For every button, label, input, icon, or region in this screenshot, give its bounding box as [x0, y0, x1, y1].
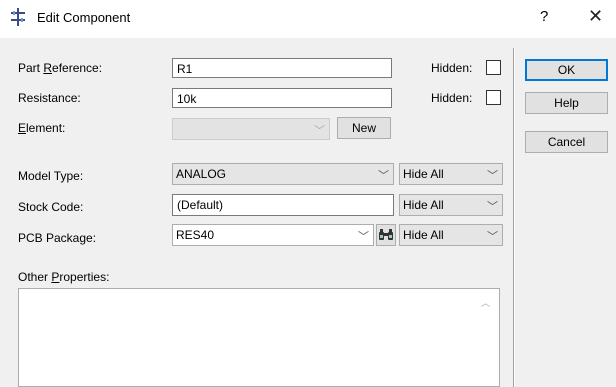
- model-type-visibility-value: Hide All: [403, 167, 444, 181]
- chevron-down-icon: ﹀: [314, 125, 325, 137]
- model-type-value: ANALOG: [176, 167, 227, 181]
- stock-code-visibility-value: Hide All: [403, 198, 444, 212]
- pcb-package-value: RES40: [176, 228, 215, 242]
- scroll-up-icon[interactable]: ︿: [481, 296, 490, 309]
- stock-code-input[interactable]: (Default): [172, 194, 394, 216]
- cancel-button[interactable]: Cancel: [525, 131, 608, 153]
- part-reference-input[interactable]: R1: [172, 58, 392, 78]
- chevron-down-icon: ﹀: [358, 231, 369, 243]
- resistance-input[interactable]: 10k: [172, 88, 392, 108]
- pcb-package-visibility-value: Hide All: [403, 228, 444, 242]
- element-label: Element:: [18, 121, 66, 135]
- resistance-hidden-label: Hidden:: [431, 91, 473, 105]
- separator-highlight: [514, 48, 515, 387]
- pcb-package-visibility-select[interactable]: Hide All ﹀: [399, 224, 503, 246]
- part-reference-hidden-checkbox[interactable]: [486, 60, 501, 75]
- chevron-down-icon: ﹀: [487, 231, 498, 243]
- stock-code-label: Stock Code:: [18, 200, 84, 214]
- other-properties-label: Other Properties:: [18, 270, 110, 284]
- chevron-down-icon: ﹀: [487, 170, 498, 182]
- pcb-package-select[interactable]: RES40 ﹀: [172, 224, 374, 246]
- help-title-button[interactable]: ?: [540, 8, 548, 25]
- window-title: Edit Component: [37, 10, 131, 25]
- part-reference-hidden-label: Hidden:: [431, 61, 473, 75]
- model-type-select[interactable]: ANALOG ﹀: [172, 163, 394, 185]
- resistance-hidden-checkbox[interactable]: [486, 90, 501, 105]
- binoculars-icon: [379, 229, 393, 240]
- chevron-down-icon: ﹀: [487, 201, 498, 213]
- pcb-package-label: PCB Package:: [18, 231, 97, 245]
- stock-code-visibility-select[interactable]: Hide All ﹀: [399, 194, 503, 216]
- part-reference-label: Part Reference:: [18, 61, 103, 75]
- other-properties-textarea[interactable]: [18, 288, 500, 387]
- resistance-label: Resistance:: [18, 91, 81, 105]
- binoculars-button[interactable]: [376, 224, 396, 246]
- component-icon: [11, 8, 25, 26]
- model-type-visibility-select[interactable]: Hide All ﹀: [399, 163, 503, 185]
- close-button[interactable]: ✕: [588, 6, 603, 27]
- element-select[interactable]: ﹀: [172, 118, 330, 140]
- model-type-label: Model Type:: [18, 169, 84, 183]
- chevron-down-icon: ﹀: [378, 170, 389, 182]
- new-button[interactable]: New: [337, 117, 391, 139]
- ok-button[interactable]: OK: [525, 59, 608, 81]
- help-button[interactable]: Help: [525, 92, 608, 114]
